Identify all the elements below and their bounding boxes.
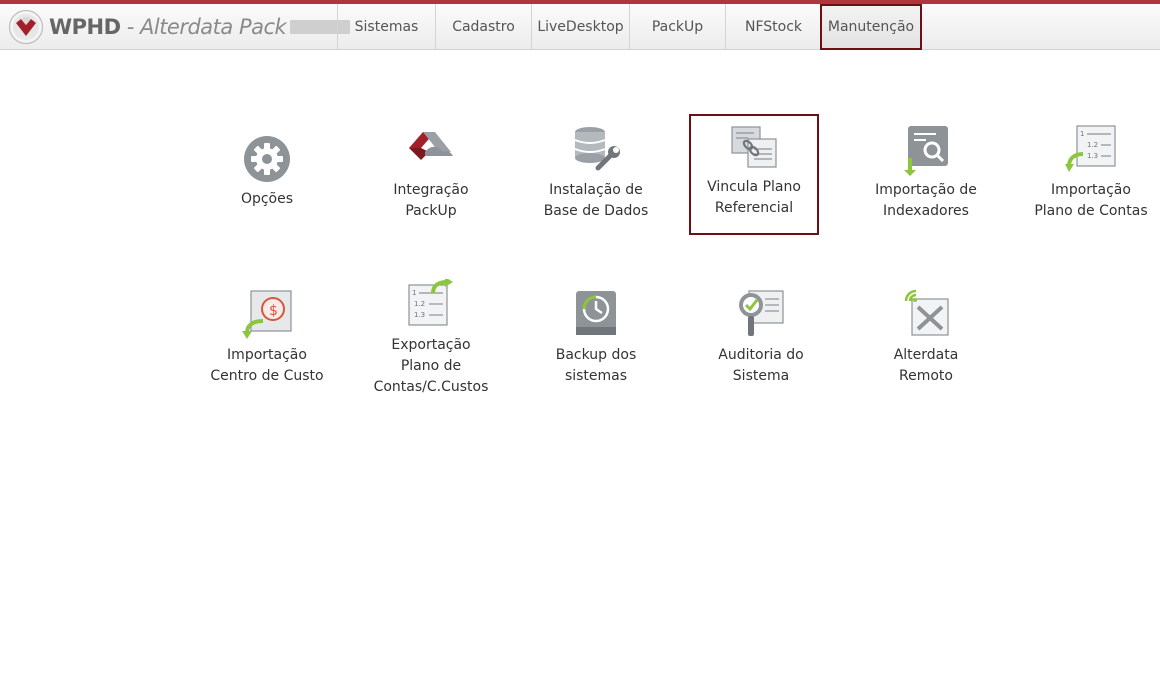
tile-backup-sistemas[interactable]: Backup dos sistemas (526, 289, 666, 387)
tile-label: Importação Centro de Custo (210, 347, 324, 384)
backup-icon (576, 291, 616, 335)
tab-sistemas[interactable]: Sistemas (337, 4, 435, 50)
database-wrench-icon (574, 127, 620, 171)
tile-vincula-plano-referencial[interactable]: Vincula Plano Referencial (689, 114, 819, 235)
tile-label: Opções (240, 191, 294, 207)
tile-importacao-indexadores[interactable]: Importação de Indexadores (856, 124, 996, 222)
tile-importacao-centro-custo[interactable]: $ Importação Centro de Custo (197, 289, 337, 387)
tab-livedesktop[interactable]: LiveDesktop (531, 4, 629, 50)
gear-icon (244, 136, 290, 182)
tile-label: Vincula Plano Referencial (707, 179, 801, 216)
svg-text:1.3: 1.3 (1087, 152, 1098, 160)
tile-label: Auditoria do Sistema (718, 347, 804, 384)
svg-text:1: 1 (412, 289, 416, 297)
tile-alterdata-remoto[interactable]: Alterdata Remoto (856, 289, 996, 387)
tile-exportacao-plano-contas[interactable]: 1 1.2 1.3 Exportação Plano de Contas/C.C… (361, 279, 501, 398)
tile-integracao-packup[interactable]: Integração PackUp (361, 124, 501, 222)
svg-text:1: 1 (1080, 130, 1084, 138)
import-chart-of-accounts-icon: 1 1.2 1.3 (1065, 125, 1116, 172)
audit-icon (739, 290, 784, 336)
export-chart-of-accounts-icon: 1 1.2 1.3 (408, 279, 453, 326)
tile-label: Backup dos sistemas (555, 347, 637, 384)
svg-text:1.2: 1.2 (414, 300, 425, 308)
top-bar: WPHD - Alterdata Pack Sistemas Cadastro … (0, 4, 1160, 50)
import-cost-center-icon: $ (242, 290, 292, 339)
tile-label: Instalação de Base de Dados (543, 182, 649, 219)
tile-label: Integração PackUp (393, 182, 469, 219)
tab-cadastro[interactable]: Cadastro (435, 4, 531, 50)
svg-text:$: $ (269, 303, 278, 319)
tile-importacao-plano-contas[interactable]: 1 1.2 1.3 Importação Plano de Contas (1021, 124, 1160, 222)
tile-label: Exportação Plano de Contas/C.Custos (373, 337, 489, 395)
tab-packup[interactable]: PackUp (629, 4, 725, 50)
alterdata-logo-icon (8, 9, 44, 45)
svg-text:1.2: 1.2 (1087, 141, 1098, 149)
import-indexers-icon (904, 126, 948, 176)
remote-access-icon (904, 289, 949, 336)
tile-label: Importação de Indexadores (875, 182, 977, 219)
main-nav: Sistemas Cadastro LiveDesktop PackUp NFS… (337, 4, 922, 50)
tile-opcoes[interactable]: Opções (197, 133, 337, 210)
brand: WPHD - Alterdata Pack (8, 7, 351, 47)
link-documents-icon (731, 126, 777, 168)
tile-auditoria-sistema[interactable]: Auditoria do Sistema (691, 289, 831, 387)
tile-label: Importação Plano de Contas (1034, 182, 1148, 219)
app-title: WPHD - Alterdata Pack (49, 15, 287, 39)
tile-label: Alterdata Remoto (893, 347, 959, 384)
tab-manutencao[interactable]: Manutenção (820, 4, 922, 50)
tab-nfstock[interactable]: NFStock (725, 4, 821, 50)
tile-instalacao-base-de-dados[interactable]: Instalação de Base de Dados (526, 124, 666, 222)
svg-text:1.3: 1.3 (414, 311, 425, 319)
packup-integration-icon (409, 132, 453, 160)
